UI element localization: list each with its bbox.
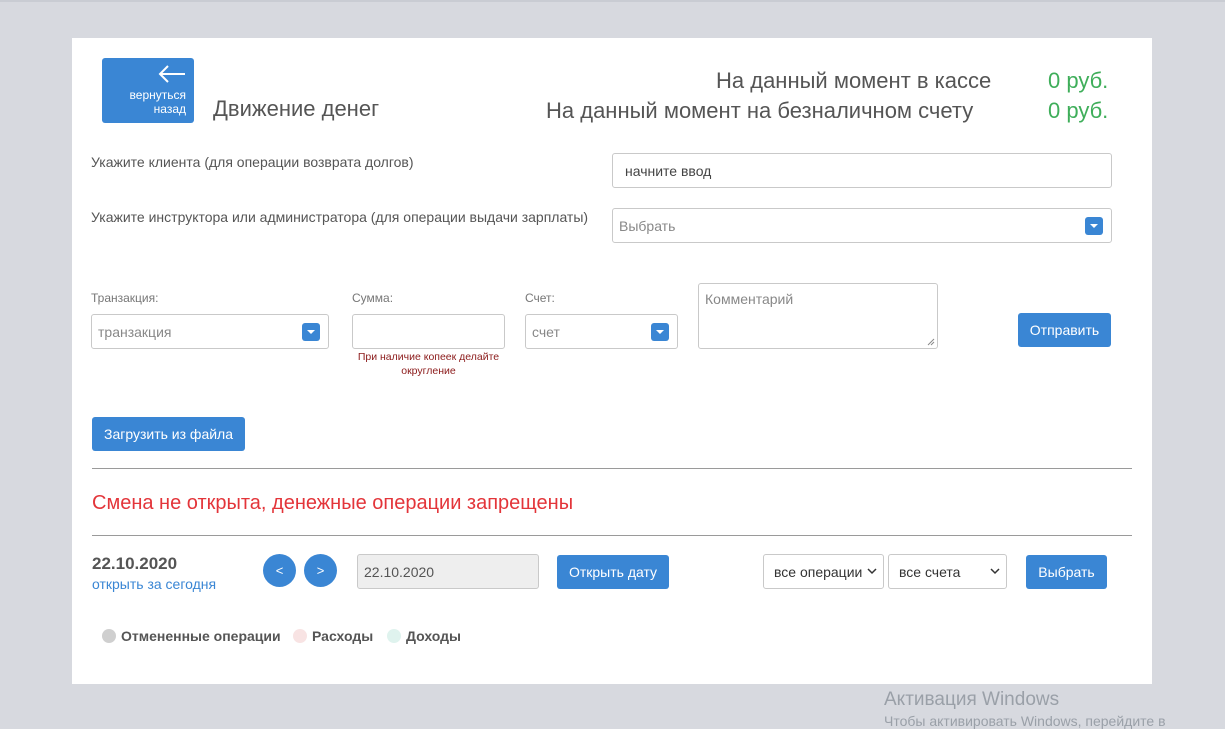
transaction-select[interactable]: транзакция: [91, 314, 329, 349]
windows-activation-subtitle: Чтобы активировать Windows, перейдите в: [884, 713, 1166, 729]
instructor-label: Укажите инструктора или администратора (…: [91, 209, 589, 225]
account-select[interactable]: счет: [525, 314, 678, 349]
chevron-down-icon: [302, 322, 320, 341]
legend-label-cancelled: Отмененные операции: [121, 628, 281, 644]
client-search-value: начните ввод: [625, 162, 712, 179]
amount-input[interactable]: [352, 314, 505, 349]
client-search-input[interactable]: начните ввод: [612, 153, 1112, 188]
date-input[interactable]: 22.10.2020: [357, 554, 539, 589]
account-select-value: счет: [532, 323, 560, 340]
accounts-filter-select[interactable]: все счета: [888, 554, 1007, 589]
legend-dot-income: [387, 629, 401, 643]
resize-handle-icon: [927, 338, 935, 346]
operations-filter-value: все операции: [774, 563, 863, 580]
next-date-button[interactable]: >: [304, 554, 337, 587]
comment-placeholder: Комментарий: [705, 291, 794, 307]
operations-filter-select[interactable]: все операции: [763, 554, 884, 589]
legend-dot-cancelled: [102, 629, 116, 643]
transaction-label: Транзакция:: [91, 291, 159, 305]
submit-button[interactable]: Отправить: [1018, 313, 1111, 347]
windows-activation-title: Активация Windows: [884, 689, 1060, 710]
back-button-label: вернуться назад: [129, 88, 186, 116]
cashless-balance-value: 0 руб.: [1048, 98, 1109, 123]
instructor-select[interactable]: Выбрать: [612, 208, 1112, 243]
accounts-filter-value: все счета: [899, 563, 961, 580]
cash-balance-label: На данный момент в кассе: [716, 68, 992, 93]
legend-label-income: Доходы: [406, 628, 461, 644]
chevron-down-icon: [867, 567, 877, 574]
browser-top-edge: [0, 0, 1225, 2]
prev-date-button[interactable]: <: [263, 554, 296, 587]
comment-textarea[interactable]: Комментарий: [698, 283, 938, 349]
chevron-down-icon: [651, 322, 669, 341]
account-label: Счет:: [525, 291, 555, 305]
legend-item-expenses: Расходы: [293, 628, 373, 644]
amount-label: Сумма:: [352, 291, 394, 305]
chevron-down-icon: [990, 567, 1000, 574]
legend-item-cancelled: Отмененные операции: [102, 628, 281, 644]
legend-dot-expenses: [293, 629, 307, 643]
amount-hint: При наличие копеек делайте округление: [357, 351, 500, 377]
legend-item-income: Доходы: [387, 628, 461, 644]
divider: [92, 535, 1132, 536]
divider: [92, 468, 1132, 469]
choose-button[interactable]: Выбрать: [1026, 555, 1107, 589]
client-label: Укажите клиента (для операции возврата д…: [91, 154, 414, 170]
current-date: 22.10.2020: [92, 554, 178, 573]
upload-from-file-button[interactable]: Загрузить из файла: [92, 417, 245, 451]
legend-label-expenses: Расходы: [312, 628, 374, 644]
open-date-button[interactable]: Открыть дату: [557, 555, 669, 589]
instructor-select-value: Выбрать: [619, 217, 676, 234]
transaction-select-value: транзакция: [98, 323, 172, 340]
chevron-down-icon: [1085, 216, 1103, 235]
cash-balance-value: 0 руб.: [1048, 68, 1109, 93]
back-button[interactable]: вернуться назад: [102, 58, 194, 123]
arrow-left-icon: [158, 65, 185, 83]
money-movement-panel: вернуться назад Движение денег На данный…: [72, 38, 1152, 684]
shift-closed-warning: Смена не открыта, денежные операции запр…: [92, 492, 574, 514]
page-title: Движение денег: [213, 96, 380, 121]
cashless-balance-label: На данный момент на безналичном счету: [546, 98, 974, 123]
open-today-link[interactable]: открыть за сегодня: [92, 576, 216, 592]
date-input-value: 22.10.2020: [364, 563, 435, 580]
